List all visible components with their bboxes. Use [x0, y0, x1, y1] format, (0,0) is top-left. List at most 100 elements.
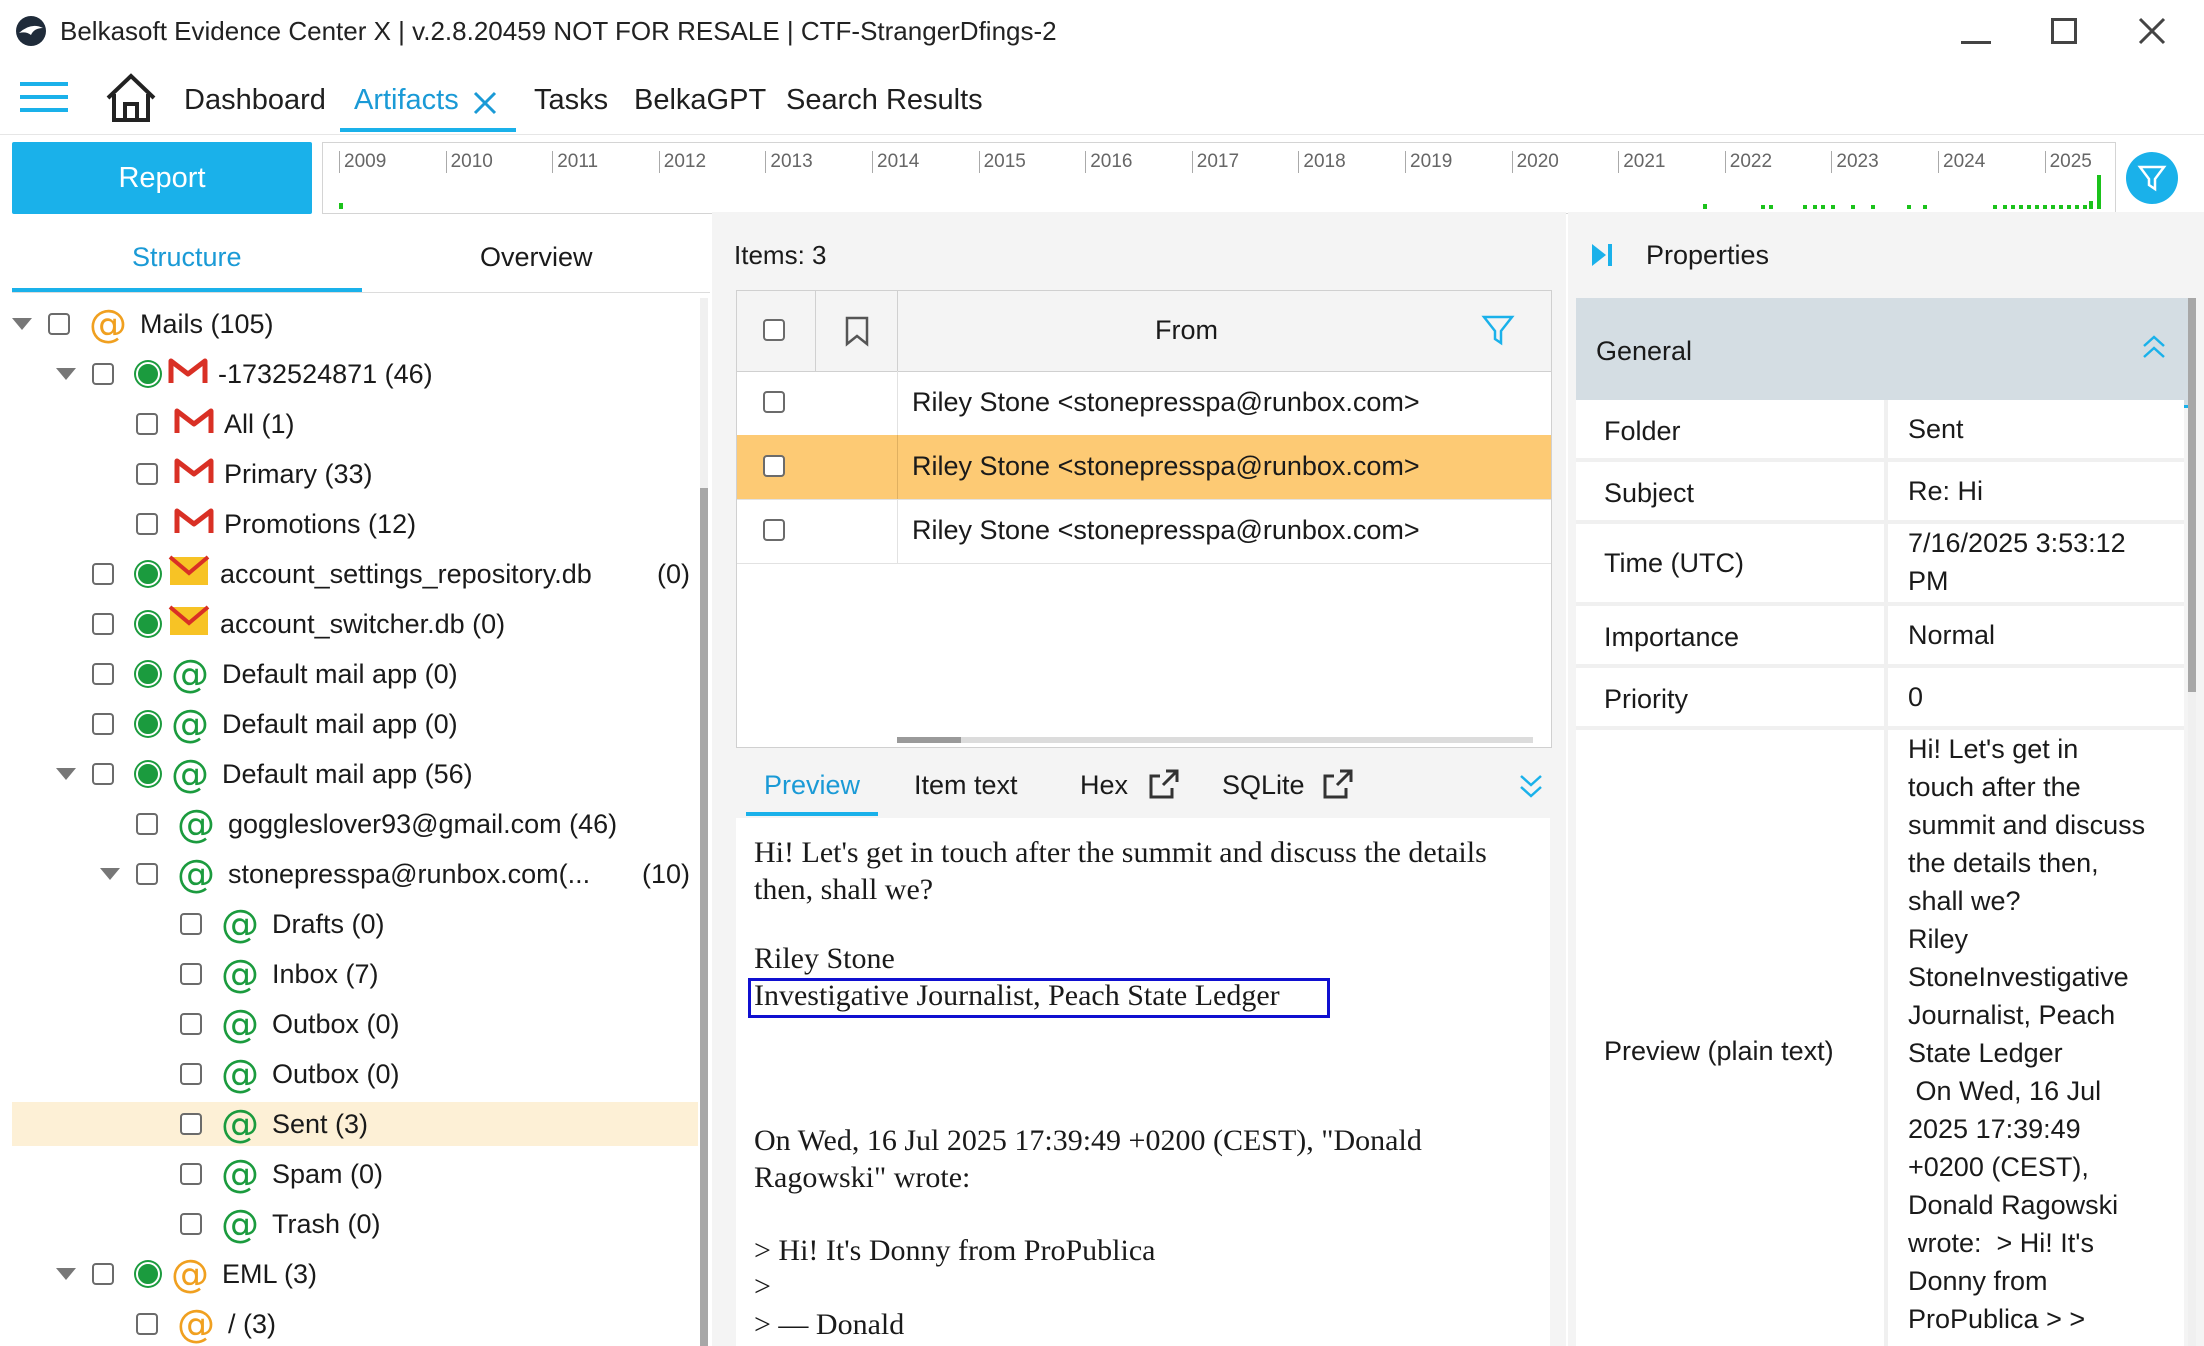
tree-checkbox[interactable] — [180, 1163, 202, 1185]
tree-checkbox[interactable] — [180, 963, 202, 985]
expand-caret-icon[interactable] — [56, 1268, 76, 1280]
tree-item-label: Default mail app (56) — [222, 758, 473, 789]
tree-item[interactable]: @ Default mail app (0) — [12, 652, 698, 696]
bookmark-icon[interactable] — [843, 315, 871, 347]
tree-checkbox[interactable] — [92, 663, 114, 685]
tree-checkbox[interactable] — [136, 863, 158, 885]
tree-checkbox[interactable] — [92, 363, 114, 385]
table-row[interactable]: Riley Stone <stonepresspa@runbox.com> — [737, 499, 1551, 564]
property-value-line: On Wed, 16 Jul — [1908, 1076, 2102, 1106]
tree-item[interactable]: account_switcher.db (0) — [12, 602, 698, 646]
grid-hscrollbar[interactable] — [897, 737, 1533, 743]
tree-item[interactable]: account_settings_repository.db (0) — [12, 552, 698, 596]
preview-line: then, shall we? — [754, 873, 934, 906]
tree-item[interactable]: @ / (3) — [12, 1302, 698, 1346]
general-section-header[interactable]: General — [1576, 298, 2188, 408]
tree-checkbox[interactable] — [92, 713, 114, 735]
property-value-line: shall we? — [1908, 886, 2021, 916]
tree-item[interactable]: @ Outbox (0) — [12, 1052, 698, 1096]
tree-item[interactable]: Promotions (12) — [12, 502, 698, 546]
tab-search-results[interactable]: Search Results — [786, 84, 983, 117]
open-external-icon[interactable] — [1146, 766, 1182, 802]
tab-item-text[interactable]: Item text — [914, 770, 1018, 801]
tree-item[interactable]: @ goggleslover93@gmail.com (46) — [12, 802, 698, 846]
tree-checkbox[interactable] — [180, 1013, 202, 1035]
collapse-panel-icon[interactable] — [1590, 242, 1614, 268]
expand-caret-icon[interactable] — [56, 368, 76, 380]
timeline-activity-bar — [1993, 205, 1997, 209]
tree-item[interactable]: @ Trash (0) — [12, 1202, 698, 1246]
column-from[interactable]: From — [1155, 315, 1218, 346]
open-external-icon[interactable] — [1320, 766, 1356, 802]
tree-checkbox[interactable] — [136, 463, 158, 485]
close-tab-icon[interactable] — [472, 90, 498, 116]
chevron-double-up-icon[interactable] — [2140, 332, 2168, 362]
select-all-checkbox[interactable] — [763, 319, 785, 341]
table-row-selected[interactable]: Riley Stone <stonepresspa@runbox.com> — [737, 435, 1551, 500]
row-checkbox[interactable] — [763, 519, 785, 541]
timeline-filter-button[interactable] — [2126, 152, 2178, 204]
chevron-double-down-icon[interactable] — [1518, 772, 1544, 802]
expand-caret-icon[interactable] — [100, 868, 120, 880]
timeline-activity-bar — [2083, 205, 2087, 209]
tree-item[interactable]: @ Default mail app (0) — [12, 702, 698, 746]
tree-checkbox[interactable] — [48, 313, 70, 335]
report-button[interactable]: Report — [12, 142, 312, 214]
tree-item-label: Outbox (0) — [272, 1008, 400, 1039]
tree-item[interactable]: @ Spam (0) — [12, 1152, 698, 1196]
tree-checkbox[interactable] — [92, 613, 114, 635]
expand-caret-icon[interactable] — [12, 318, 32, 330]
preview-line: Ragowski" wrote: — [754, 1161, 971, 1194]
tree-item[interactable]: @ Outbox (0) — [12, 1002, 698, 1046]
tab-artifacts[interactable]: Artifacts — [354, 84, 459, 117]
tree-item[interactable]: Primary (33) — [12, 452, 698, 496]
tree-item[interactable]: @ Drafts (0) — [12, 902, 698, 946]
table-row[interactable]: Riley Stone <stonepresspa@runbox.com> — [737, 371, 1551, 436]
properties-scrollbar[interactable] — [2188, 298, 2196, 1346]
tab-hex[interactable]: Hex — [1080, 770, 1128, 801]
tree-checkbox[interactable] — [180, 913, 202, 935]
tree-checkbox[interactable] — [136, 813, 158, 835]
tree-item[interactable]: All (1) — [12, 402, 698, 446]
tab-dashboard[interactable]: Dashboard — [184, 84, 326, 117]
column-filter-icon[interactable] — [1481, 313, 1515, 347]
tree-item-label: All (1) — [224, 408, 295, 439]
tree-item[interactable]: @ stonepresspa@runbox.com(... (10) — [12, 852, 698, 896]
timeline[interactable]: 2009 2010 2011 2012 2013 2014 2015 2016 2017 2018… — [322, 142, 2116, 214]
home-icon[interactable] — [104, 72, 158, 124]
tree-item[interactable]: @ Mails (105) — [12, 302, 698, 346]
tree-item[interactable]: -1732524871 (46) — [12, 352, 698, 396]
tab-belkagpt[interactable]: BelkaGPT — [634, 84, 766, 117]
tree-item-selected[interactable]: @ Sent (3) — [12, 1102, 698, 1146]
tree-checkbox[interactable] — [92, 1263, 114, 1285]
tree-checkbox[interactable] — [180, 1113, 202, 1135]
tree-item-label: Mails (105) — [140, 308, 274, 339]
row-from: Riley Stone <stonepresspa@runbox.com> — [912, 387, 1420, 417]
tab-preview[interactable]: Preview — [764, 770, 860, 801]
tree-checkbox[interactable] — [136, 513, 158, 535]
tree-item-label: Primary (33) — [224, 458, 373, 489]
tree-item[interactable]: @ Inbox (7) — [12, 952, 698, 996]
row-checkbox[interactable] — [763, 455, 785, 477]
row-checkbox[interactable] — [763, 391, 785, 413]
tree-scrollbar[interactable] — [700, 298, 708, 1346]
timeline-year-label: 2020 — [1511, 151, 1559, 173]
tree-checkbox[interactable] — [136, 413, 158, 435]
tree-checkbox[interactable] — [180, 1063, 202, 1085]
tree-checkbox[interactable] — [136, 1313, 158, 1335]
tree-view: @ Mails (105) -1732524871 (46) All (1) Prima… — [12, 222, 698, 1346]
tree-checkbox[interactable] — [92, 763, 114, 785]
tab-tasks[interactable]: Tasks — [534, 84, 608, 117]
tree-checkbox[interactable] — [92, 563, 114, 585]
close-button[interactable] — [2124, 8, 2180, 54]
tree-item[interactable]: @ EML (3) — [12, 1252, 698, 1296]
timeline-activity-bar — [2027, 205, 2031, 209]
maximize-button[interactable] — [2036, 8, 2092, 54]
property-row: Preview (plain text) Hi! Let's get in tou… — [1576, 730, 2184, 1346]
tree-checkbox[interactable] — [180, 1213, 202, 1235]
tab-sqlite[interactable]: SQLite — [1222, 770, 1305, 801]
tree-item[interactable]: @ Default mail app (56) — [12, 752, 698, 796]
expand-caret-icon[interactable] — [56, 768, 76, 780]
minimize-button[interactable] — [1948, 8, 2004, 54]
hamburger-icon[interactable] — [20, 82, 68, 116]
